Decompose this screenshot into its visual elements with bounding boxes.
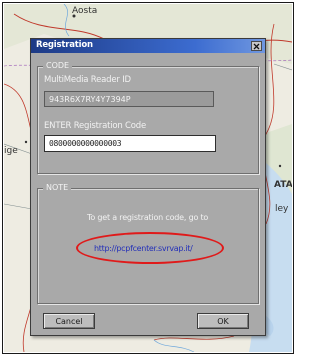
- reader-id-field: 943R6X7RY4Y7394P: [44, 91, 214, 107]
- map-label-city-top: Aosta: [72, 6, 98, 16]
- code-group: CODE MultiMedia Reader ID 943R6X7RY4Y739…: [37, 61, 259, 174]
- ok-button[interactable]: OK: [197, 313, 249, 329]
- map-label-right-mid: ATA: [274, 180, 292, 190]
- map-label-right-mid2: ley: [275, 204, 289, 214]
- reader-id-label: MultiMedia Reader ID: [44, 75, 131, 85]
- note-group: NOTE To get a registration code, go to h…: [37, 183, 259, 304]
- dialog-titlebar[interactable]: Registration: [31, 39, 265, 53]
- note-text: To get a registration code, go to: [87, 213, 209, 222]
- map-label-left: ige: [4, 146, 18, 156]
- dialog-title: Registration: [36, 40, 93, 50]
- code-group-title: CODE: [43, 61, 73, 70]
- highlight-ellipse: [76, 232, 224, 264]
- close-button[interactable]: [251, 41, 262, 51]
- cancel-button[interactable]: Cancel: [43, 313, 95, 329]
- registration-code-label: ENTER Registration Code: [44, 121, 147, 131]
- note-group-title: NOTE: [43, 183, 72, 192]
- registration-code-input[interactable]: 0800000000000003: [44, 135, 216, 152]
- registration-dialog: Registration CODE MultiMedia Reader ID 9…: [30, 38, 266, 336]
- close-icon: [253, 43, 260, 49]
